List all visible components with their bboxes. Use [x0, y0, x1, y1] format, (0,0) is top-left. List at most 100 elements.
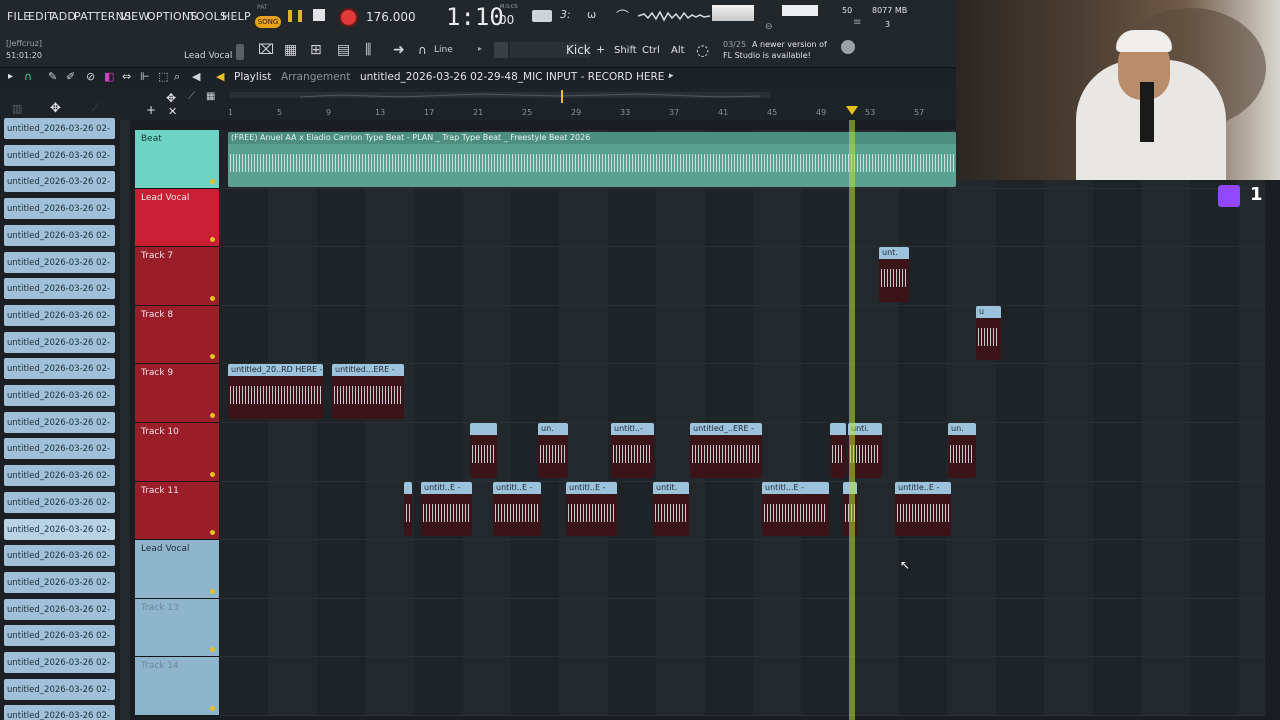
track-mute-led-icon[interactable] — [210, 647, 215, 653]
menu-file[interactable]: FILE — [7, 10, 30, 23]
move-tool-icon[interactable]: ✥ — [166, 91, 176, 105]
pitch-knob-icon[interactable]: ⊖ — [765, 22, 773, 32]
track-lane[interactable] — [220, 540, 1265, 599]
typing-keyboard-icon[interactable] — [532, 10, 552, 22]
menu-view[interactable]: VIEW — [120, 10, 149, 23]
track-mute-led-icon[interactable] — [210, 412, 215, 418]
fl-logo-icon[interactable] — [841, 40, 855, 54]
song-mode-toggle[interactable]: SONG — [255, 16, 281, 28]
zoom-icon[interactable]: ⌕ — [174, 70, 180, 84]
grid-view-icon[interactable]: ▦ — [206, 91, 215, 102]
project-dropdown-icon[interactable]: ▸ — [669, 71, 674, 81]
pause-button[interactable]: ❚❚ — [285, 8, 305, 26]
snap-dropdown-icon[interactable]: ▸ — [478, 44, 482, 53]
audio-clip[interactable] — [404, 481, 412, 537]
browser-move-icon[interactable]: ✥ — [50, 101, 61, 116]
track-header[interactable]: Beat — [135, 130, 219, 189]
track-mute-led-icon[interactable] — [210, 354, 215, 360]
audio-clip[interactable] — [470, 423, 497, 478]
track-lane[interactable] — [220, 598, 1265, 658]
snap-icon[interactable]: ⌧ — [258, 42, 274, 58]
pencil-icon[interactable]: ✎ — [48, 70, 57, 83]
notice-line1[interactable]: A newer version of — [752, 40, 827, 49]
time-display[interactable]: 1:10 — [446, 3, 504, 31]
audio-clip[interactable]: untitl..E - — [493, 481, 541, 537]
snap-mode[interactable]: Line — [434, 45, 453, 55]
track-lane[interactable] — [220, 188, 1265, 248]
track-lane[interactable] — [220, 481, 1265, 541]
audio-clip[interactable]: untitled_20..RD HERE - — [228, 364, 323, 419]
audio-clip[interactable]: (FREE) Anuel AA x Eladio Carrion Type Be… — [228, 132, 956, 187]
tool-edit-icon[interactable]: ⟋ — [188, 91, 195, 102]
track-lane[interactable] — [220, 305, 1265, 365]
add-track-icon[interactable]: + — [146, 103, 156, 117]
instrument-name[interactable]: Kick — [566, 43, 591, 57]
browser-link-icon[interactable]: ⟋ — [92, 101, 100, 115]
notice-line2[interactable]: FL Studio is available! — [723, 51, 811, 60]
stop-button[interactable] — [313, 9, 325, 21]
audio-clip[interactable]: untitl..E - — [421, 481, 472, 537]
playlist-play-icon[interactable]: ◀ — [216, 70, 224, 83]
track-header[interactable]: Track 7 — [135, 247, 219, 306]
track-mute-led-icon[interactable] — [210, 295, 215, 301]
audio-clip[interactable]: untitl..- — [611, 423, 654, 478]
track-header[interactable]: Track 11 — [135, 481, 219, 541]
notification-icon[interactable]: ◌ — [696, 41, 709, 59]
browser-grid-icon[interactable]: ▥ — [12, 102, 22, 115]
window-menu-icon[interactable]: ▸ — [8, 71, 13, 82]
slice-icon[interactable]: ⊩ — [140, 70, 150, 83]
track-header[interactable]: Track 14 — [135, 657, 219, 716]
track-mute-led-icon[interactable] — [210, 705, 215, 711]
track-lane[interactable] — [220, 657, 1265, 716]
select-icon[interactable]: ⬚ — [158, 70, 168, 83]
audio-clip[interactable]: untit. — [653, 481, 689, 537]
mixer-icon[interactable]: ⫼ — [365, 42, 371, 58]
track-header[interactable]: Track 8 — [135, 305, 219, 365]
audio-clip[interactable]: untitl..E - — [566, 481, 617, 537]
audio-clip[interactable]: untitled...ERE - — [332, 364, 404, 419]
channel-rack-icon[interactable]: ▤ — [337, 42, 350, 58]
brush-icon[interactable]: ✐ — [66, 70, 75, 83]
track-header[interactable]: Track 9 — [135, 364, 219, 423]
step-edit-icon[interactable]: 3: — [560, 8, 571, 21]
audio-clip[interactable]: un. — [948, 423, 976, 478]
track-mute-led-icon[interactable] — [210, 530, 215, 536]
audio-clip[interactable]: un. — [538, 423, 568, 478]
speaker-icon[interactable]: ◀ — [192, 70, 200, 83]
menu-help[interactable]: HELP — [222, 10, 251, 23]
audio-clip[interactable]: u — [976, 305, 1001, 361]
close-icon[interactable]: ✕ — [168, 105, 177, 118]
track-mute-led-icon[interactable] — [210, 471, 215, 477]
slip-icon[interactable]: ⇔ — [122, 70, 131, 83]
track-header[interactable]: Track 13 — [135, 598, 219, 658]
playhead-marker-icon[interactable] — [846, 106, 858, 115]
track-header[interactable]: Lead Vocal — [135, 540, 219, 599]
track-mute-led-icon[interactable] — [210, 178, 215, 184]
audio-clip[interactable]: untitled_..ERE - — [690, 423, 762, 478]
ruler-tick-label: 21 — [473, 108, 484, 117]
audio-clip[interactable]: unt. — [879, 247, 909, 302]
arrow-right-icon[interactable]: ➜ — [393, 42, 405, 58]
mute-icon[interactable]: ◧ — [104, 70, 114, 83]
metronome-icon[interactable]: ⌒ — [616, 6, 629, 25]
menu-add[interactable]: ADD — [51, 10, 76, 23]
audio-clip[interactable]: untitle..E - — [895, 481, 951, 537]
loop-record-icon[interactable]: ω — [587, 8, 596, 21]
playlist-icon[interactable]: ▦ — [284, 42, 297, 58]
delete-icon[interactable]: ⊘ — [86, 70, 95, 83]
channel-slider[interactable] — [236, 44, 244, 60]
audio-clip[interactable] — [830, 423, 846, 478]
pattern-prev-button[interactable] — [494, 42, 508, 58]
piano-roll-icon[interactable]: ⊞ — [310, 42, 322, 58]
magnet-icon[interactable]: ∩ — [418, 43, 427, 57]
track-header[interactable]: Lead Vocal — [135, 188, 219, 248]
track-mute-led-icon[interactable] — [210, 588, 215, 594]
magnet-snap-icon[interactable]: ∩ — [24, 70, 32, 83]
track-header[interactable]: Track 10 — [135, 423, 219, 482]
add-icon[interactable]: + — [596, 43, 605, 56]
track-mute-led-icon[interactable] — [210, 237, 215, 243]
track-lane[interactable] — [220, 247, 1265, 306]
record-button[interactable] — [339, 8, 358, 27]
tempo-display[interactable]: 176.000 — [366, 10, 416, 24]
audio-clip[interactable]: untitl...E - — [762, 481, 829, 537]
